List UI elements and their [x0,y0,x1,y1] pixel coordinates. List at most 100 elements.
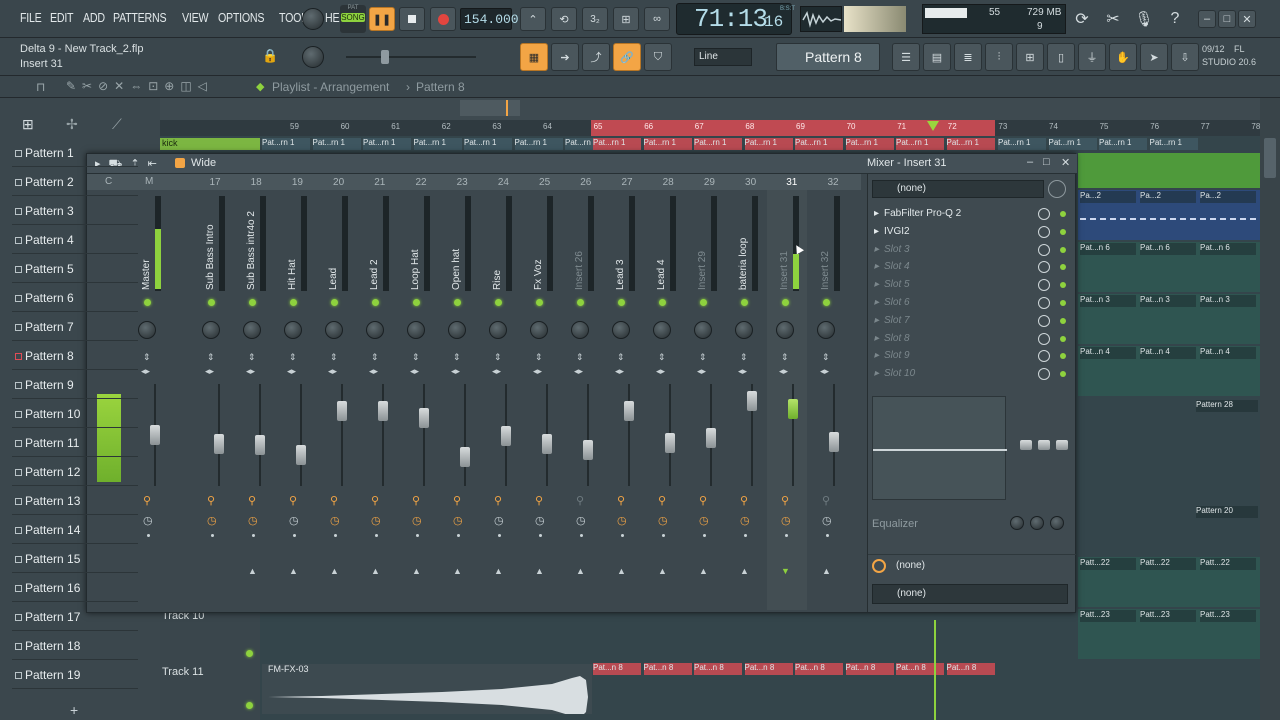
volume-fader[interactable] [214,433,224,454]
stereo-separation-icon[interactable]: ⇕ [658,352,666,363]
link-dot[interactable] [580,534,583,537]
playlist-button[interactable]: ▦ [520,43,548,71]
link-dot[interactable] [293,534,296,537]
effect-slot[interactable]: ▸ Slot 4 [874,259,1070,276]
channel-enable-led[interactable] [577,299,584,306]
route-icon[interactable]: ⚲ [617,494,625,507]
playlist-clip[interactable]: Pa...2 [1080,191,1136,203]
mixer-minimize-icon[interactable]: – [1027,156,1033,168]
pattern-list-item[interactable]: Pattern 16 [12,575,138,602]
link-dot[interactable] [826,534,829,537]
pattern-list-item[interactable]: Pattern 9 [12,372,138,399]
expand-icon[interactable]: ▸ [874,368,879,379]
playlist-clip[interactable]: Pat...n 6 [1140,243,1196,255]
mix-level-knob[interactable] [1038,261,1050,274]
playlist-clip[interactable]: Pat...n 8 [744,663,793,675]
playlist-tools[interactable]: ✎✂⊘✕⇔⊡⊕◫◁ [66,79,213,93]
playlist-clip[interactable]: Pat...rn 1 [312,138,361,150]
playlist-clip[interactable]: Pat...rn 1 [363,138,411,150]
route-icon[interactable]: ⚲ [576,494,584,507]
timeline-ruler[interactable]: 59 60 61 62 63 64 65 66 67 68 69 70 71 72 73 74 75 76 77 78 [160,120,1260,134]
menu-patterns[interactable]: PATTERNS [113,10,167,25]
route-icon[interactable]: ⚲ [330,494,338,507]
menu-view[interactable]: VIEW [182,10,209,25]
latency-icon[interactable]: ◷ [699,514,709,527]
vertical-scrollbar[interactable] [1260,98,1280,720]
pattern-list-item[interactable]: Pattern 3 [12,198,138,225]
refresh-button[interactable]: ⟳ [1070,7,1094,31]
channel-enable-led[interactable] [144,299,151,306]
pattern-selector[interactable]: Pattern 8 [776,43,880,71]
expand-icon[interactable]: ▸ [874,350,879,361]
scrollbar-thumb[interactable] [1264,138,1276,178]
channel-enable-led[interactable] [618,299,625,306]
link-dot[interactable] [703,534,706,537]
latency-icon[interactable]: ◷ [289,514,299,527]
send-arrow-icon[interactable]: ▲ [371,566,380,576]
channel-name[interactable]: Hit Hat [287,259,298,290]
pattern-list-item[interactable]: Pattern 13 [12,488,138,515]
stereo-separation-icon[interactable]: ⇕ [453,352,461,363]
stop-button[interactable] [399,7,425,31]
pattern-list-item[interactable]: Pattern 12 [12,459,138,486]
slot-enable-led[interactable] [1060,264,1066,271]
route-icon[interactable]: ⚲ [143,494,151,507]
swap-channels-icon[interactable]: ◂▸ [369,366,378,377]
channel-name[interactable]: Insert 26 [574,251,585,290]
swap-channels-icon[interactable]: ◂▸ [738,366,747,377]
playlist-clip[interactable]: Pat...n 8 [896,663,944,675]
stereo-separation-icon[interactable]: ⇕ [330,352,338,363]
snap-selector[interactable]: Line [694,48,752,66]
playlist-clip[interactable]: Pat...rn 1 [643,138,692,150]
channel-name[interactable]: Fx Voz [533,259,544,290]
pan-knob[interactable] [817,321,835,339]
latency-icon[interactable]: ◷ [143,514,153,527]
swap-channels-icon[interactable]: ◂▸ [697,366,706,377]
link-dot[interactable] [744,534,747,537]
playlist-clip[interactable]: Pat...rn 1 [514,138,563,150]
link-dot[interactable] [147,534,150,537]
pan-knob[interactable] [284,321,302,339]
slot-enable-led[interactable] [1060,335,1066,342]
route-icon[interactable]: ⚲ [658,494,666,507]
volume-fader[interactable] [255,434,265,455]
playlist-clip[interactable]: Patt...22 [1080,558,1136,570]
pattern-list-item[interactable]: Pattern 17 [12,604,138,631]
audio-clip[interactable]: FM-FX-03 [262,664,592,714]
effect-slot[interactable]: ▸ Slot 8 [874,331,1070,348]
channel-name[interactable]: Lead 2 [369,259,380,290]
route-icon[interactable]: ⚲ [412,494,420,507]
playlist-clip[interactable]: Pat...rn 1 [744,138,793,150]
channel-enable-led[interactable] [536,299,543,306]
add-pattern-icon[interactable]: + [70,702,78,718]
link-button[interactable]: 🔗 [613,43,641,71]
stereo-separation-icon[interactable]: ⇕ [371,352,379,363]
pan-knob[interactable] [735,321,753,339]
playlist-clip[interactable]: Pa...2 [1140,191,1196,203]
latency-icon[interactable]: ◷ [330,514,340,527]
swap-channels-icon[interactable]: ◂▸ [246,366,255,377]
pan-knob[interactable] [138,321,156,339]
send-arrow-icon[interactable]: ▲ [822,566,831,576]
volume-fader[interactable] [296,444,306,465]
playlist-track-area[interactable] [1078,153,1260,188]
eq-low-fader[interactable] [1020,440,1032,450]
channel-enable-led[interactable] [700,299,707,306]
playlist-clip[interactable]: Pat...rn 1 [464,138,512,150]
route-icon[interactable]: ⚲ [494,494,502,507]
send-arrow-icon[interactable]: ▲ [658,566,667,576]
send-arrow-icon[interactable]: ▲ [412,566,421,576]
eq-high-fader[interactable] [1056,440,1068,450]
piano-icon[interactable]: ⊞ [22,116,34,133]
latency-icon[interactable] [1048,180,1066,198]
route-icon[interactable]: ⚲ [535,494,543,507]
slot-enable-led[interactable] [1060,353,1066,360]
master-volume-knob[interactable] [302,8,324,30]
eq-mid-fader[interactable] [1038,440,1050,450]
mix-level-knob[interactable] [1038,225,1050,238]
volume-fader[interactable] [706,428,716,449]
record-button[interactable] [430,7,456,31]
channel-name[interactable]: bateria loop [738,238,749,290]
track-11-header[interactable]: Track 11 [160,664,260,720]
swap-channels-icon[interactable]: ◂▸ [141,366,150,377]
